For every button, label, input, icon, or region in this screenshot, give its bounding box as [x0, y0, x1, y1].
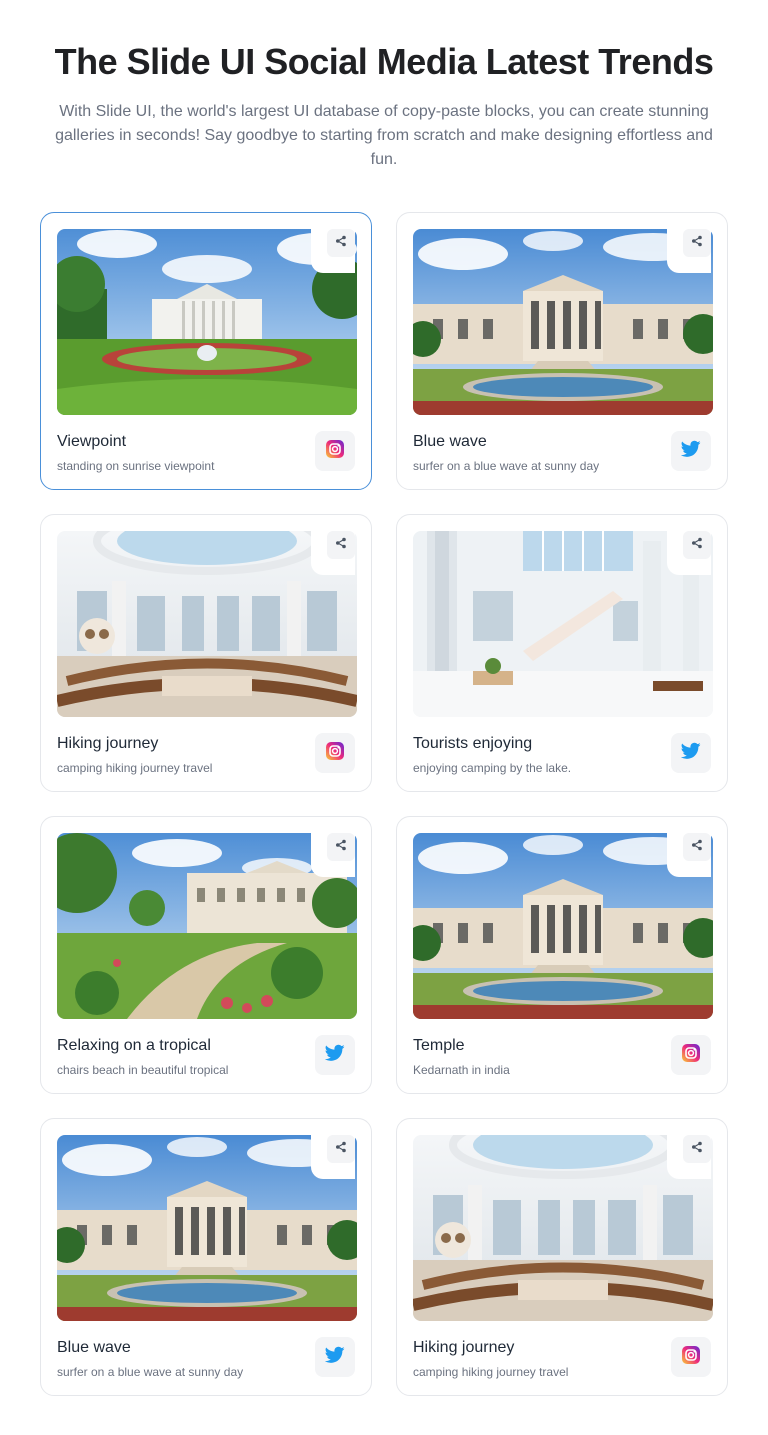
- share-button[interactable]: [327, 531, 355, 559]
- gallery-card[interactable]: Tourists enjoying enjoying camping by th…: [396, 514, 728, 792]
- social-link-button[interactable]: [315, 1337, 355, 1377]
- card-title: Tourists enjoying: [413, 735, 533, 752]
- share-button[interactable]: [683, 1135, 711, 1163]
- social-link-button[interactable]: [671, 733, 711, 773]
- share-icon: [335, 838, 347, 856]
- card-title: Hiking journey: [57, 735, 159, 752]
- share-button-container: [311, 531, 355, 575]
- social-link-button[interactable]: [315, 733, 355, 773]
- card-description: camping hiking journey travel: [57, 761, 213, 775]
- page-header: The Slide UI Social Media Latest Trends …: [0, 0, 768, 172]
- card-description: surfer on a blue wave at sunny day: [413, 459, 600, 473]
- share-button[interactable]: [327, 833, 355, 861]
- instagram-icon: [681, 1345, 701, 1370]
- social-link-button[interactable]: [671, 431, 711, 471]
- share-icon: [691, 1140, 703, 1158]
- gallery-card[interactable]: Viewpoint standing on sunrise viewpoint: [40, 212, 372, 490]
- share-button[interactable]: [327, 229, 355, 257]
- share-button-container: [311, 229, 355, 273]
- card-description: camping hiking journey travel: [413, 1365, 569, 1379]
- card-title: Viewpoint: [57, 433, 127, 450]
- share-button-container: [667, 531, 711, 575]
- card-title: Temple: [413, 1037, 465, 1054]
- twitter-icon: [680, 440, 701, 463]
- instagram-icon: [325, 439, 345, 464]
- gallery-card[interactable]: Temple Kedarnath in india: [396, 816, 728, 1094]
- page-subtitle: With Slide UI, the world's largest UI da…: [55, 103, 713, 168]
- share-button[interactable]: [683, 229, 711, 257]
- card-description: surfer on a blue wave at sunny day: [57, 1365, 244, 1379]
- card-title: Hiking journey: [413, 1339, 515, 1356]
- share-button[interactable]: [327, 1135, 355, 1163]
- share-icon: [691, 838, 703, 856]
- share-icon: [335, 1140, 347, 1158]
- card-description: chairs beach in beautiful tropical: [57, 1063, 229, 1077]
- instagram-icon: [681, 1043, 701, 1068]
- share-button-container: [311, 833, 355, 877]
- social-link-button[interactable]: [315, 431, 355, 471]
- share-button-container: [667, 229, 711, 273]
- gallery-card[interactable]: Hiking journey camping hiking journey tr…: [40, 514, 372, 792]
- card-title: Blue wave: [413, 433, 487, 450]
- share-button[interactable]: [683, 833, 711, 861]
- card-description: Kedarnath in india: [413, 1063, 510, 1077]
- social-link-button[interactable]: [671, 1337, 711, 1377]
- gallery-card[interactable]: Blue wave surfer on a blue wave at sunny…: [396, 212, 728, 490]
- share-icon: [335, 234, 347, 252]
- page-title: The Slide UI Social Media Latest Trends: [54, 41, 714, 82]
- instagram-icon: [325, 741, 345, 766]
- social-link-button[interactable]: [315, 1035, 355, 1075]
- social-link-button[interactable]: [671, 1035, 711, 1075]
- card-description: standing on sunrise viewpoint: [57, 459, 215, 473]
- share-button-container: [667, 833, 711, 877]
- gallery-card[interactable]: Blue wave surfer on a blue wave at sunny…: [40, 1118, 372, 1396]
- twitter-icon: [680, 742, 701, 765]
- share-button-container: [311, 1135, 355, 1179]
- card-title: Relaxing on a tropical: [57, 1037, 211, 1054]
- gallery-grid: Viewpoint standing on sunrise viewpoint: [40, 212, 728, 1396]
- share-button[interactable]: [683, 531, 711, 559]
- twitter-icon: [324, 1044, 345, 1067]
- gallery-card[interactable]: Hiking journey camping hiking journey tr…: [396, 1118, 728, 1396]
- gallery-card[interactable]: Relaxing on a tropical chairs beach in b…: [40, 816, 372, 1094]
- share-button-container: [667, 1135, 711, 1179]
- share-icon: [691, 234, 703, 252]
- card-description: enjoying camping by the lake.: [413, 761, 572, 775]
- share-icon: [335, 536, 347, 554]
- card-title: Blue wave: [57, 1339, 131, 1356]
- share-icon: [691, 536, 703, 554]
- twitter-icon: [324, 1346, 345, 1369]
